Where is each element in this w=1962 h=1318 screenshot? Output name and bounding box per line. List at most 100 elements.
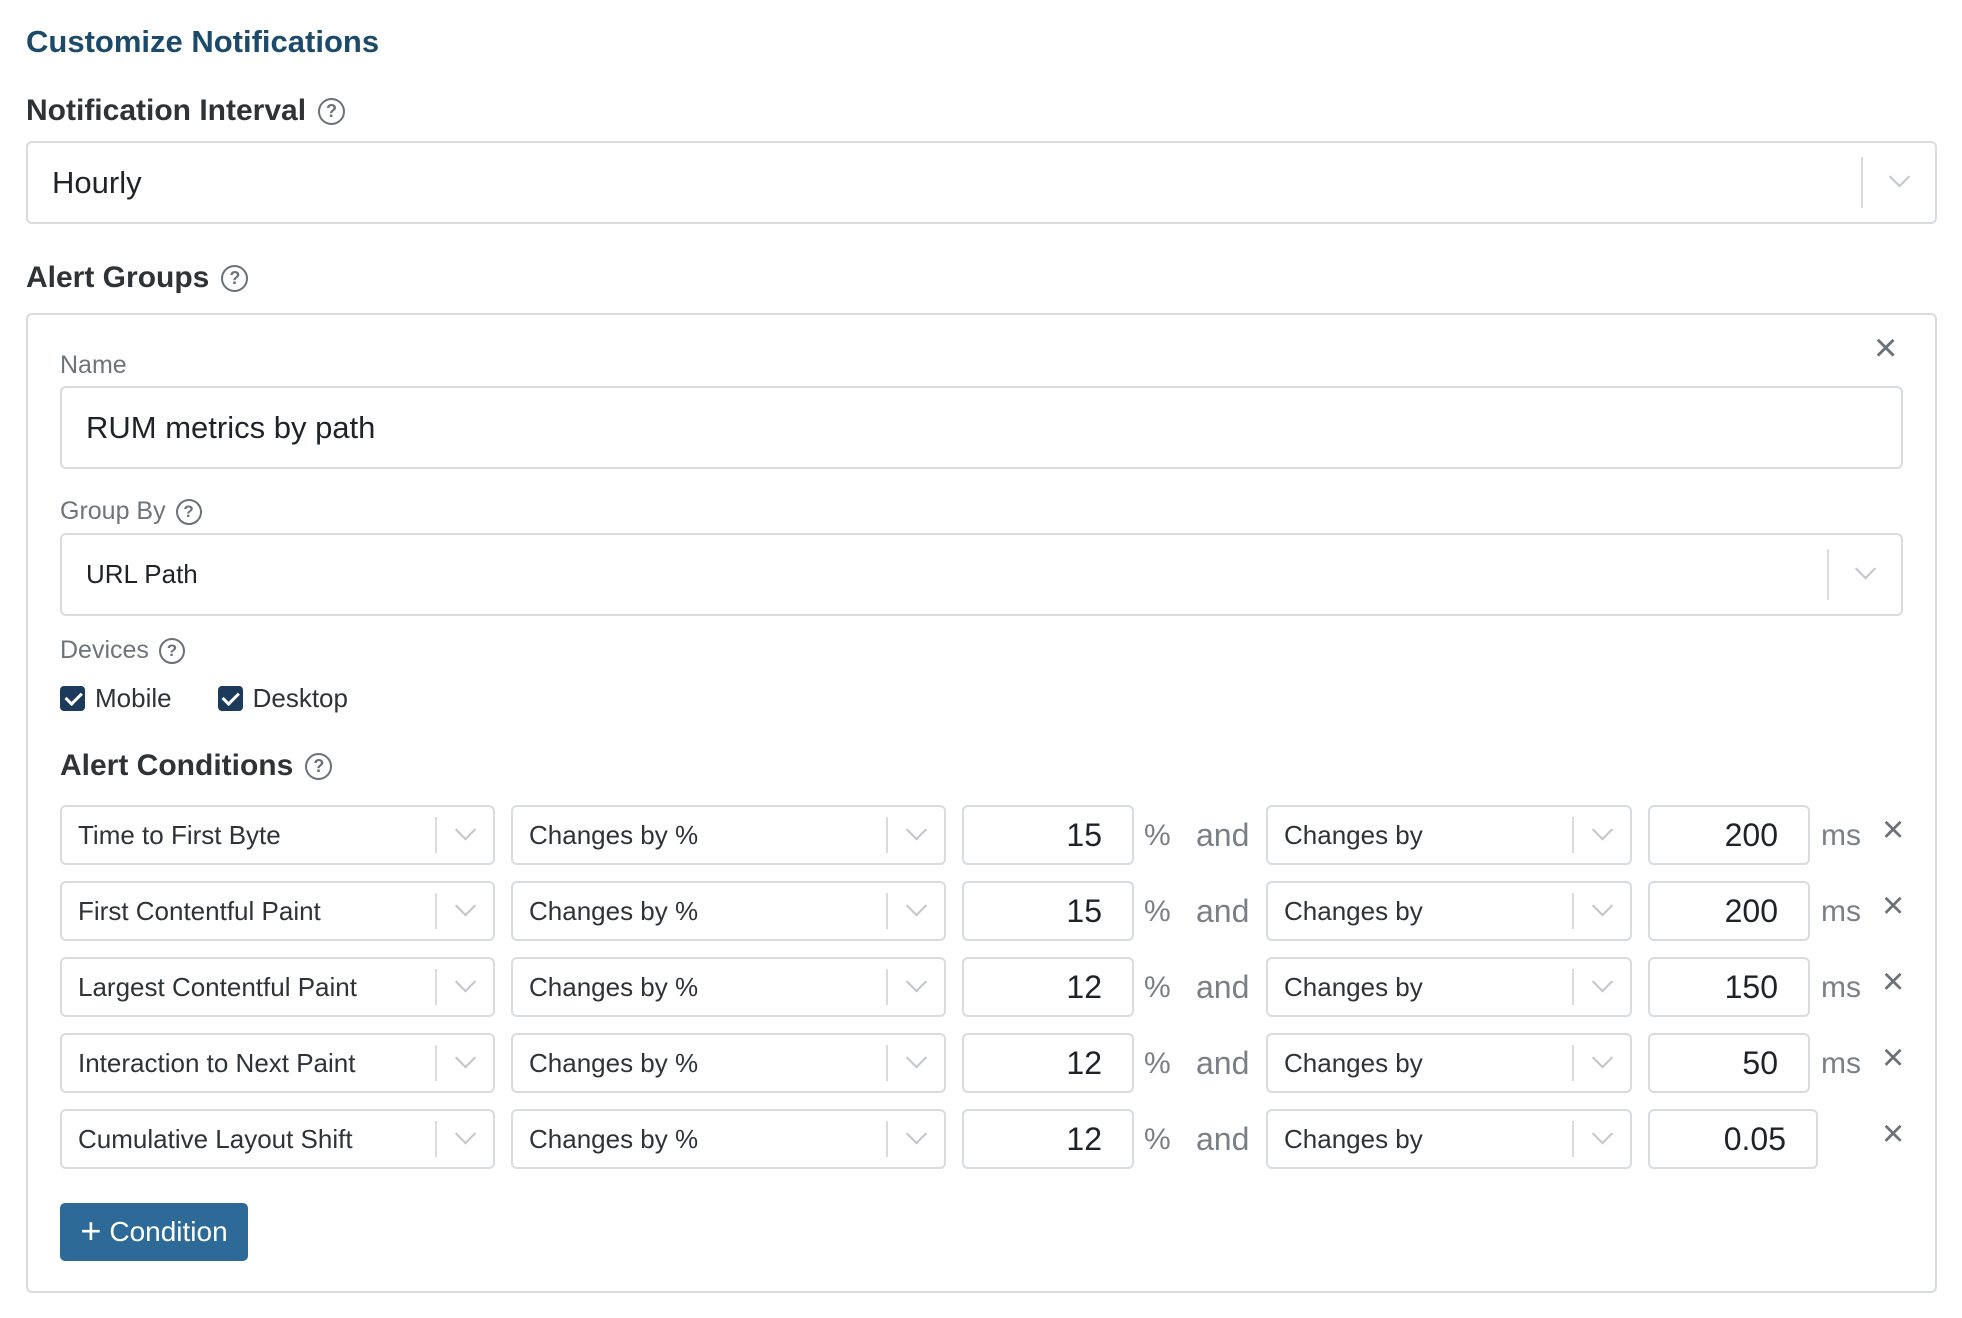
and-joiner: and <box>1196 969 1250 1005</box>
chevron-down-icon[interactable] <box>437 894 493 919</box>
absolute-operator-select[interactable]: Changes by <box>1266 805 1632 865</box>
percent-operator-select[interactable]: Changes by % <box>511 881 946 941</box>
percent-operator-select[interactable]: Changes by % <box>511 1033 946 1093</box>
alert-conditions-label: Alert Conditions ? <box>60 749 333 783</box>
absolute-operator-value: Changes by <box>1284 1047 1423 1078</box>
chevron-down-icon[interactable] <box>888 818 944 843</box>
percent-operator-value: Changes by % <box>529 1047 699 1078</box>
percent-operator-select[interactable]: Changes by % <box>511 805 946 865</box>
ms-unit: ms <box>1821 895 1861 928</box>
group-by-value: URL Path <box>86 559 198 589</box>
chevron-down-icon[interactable] <box>437 818 493 843</box>
absolute-threshold-input[interactable]: 0.05 <box>1648 1109 1818 1169</box>
chevron-down-icon[interactable] <box>888 1046 944 1071</box>
alert-groups-label-text: Alert Groups <box>26 261 210 294</box>
absolute-operator-select[interactable]: Changes by <box>1266 957 1632 1017</box>
percent-operator-select[interactable]: Changes by % <box>511 1109 946 1169</box>
metric-select[interactable]: First Contentful Paint <box>60 881 495 941</box>
page-title: Customize Notifications <box>26 24 380 59</box>
absolute-threshold-input[interactable]: 200 <box>1648 805 1810 865</box>
chevron-down-icon[interactable] <box>1574 894 1630 919</box>
percent-threshold-input[interactable]: 15 <box>962 881 1134 941</box>
percent-operator-value: Changes by % <box>529 1123 699 1154</box>
checkbox-checked-icon[interactable] <box>60 686 85 711</box>
close-icon[interactable]: × <box>1874 328 1897 368</box>
remove-condition-icon[interactable]: × <box>1882 963 1904 1001</box>
chevron-down-icon[interactable] <box>1829 558 1901 582</box>
checkbox-checked-icon[interactable] <box>217 686 243 711</box>
add-condition-label: Condition <box>109 1216 228 1247</box>
absolute-threshold-input[interactable]: 50 <box>1648 1033 1810 1093</box>
metric-select[interactable]: Largest Contentful Paint <box>60 957 495 1017</box>
device-label-mobile: Mobile <box>95 683 172 713</box>
customize-notifications-page: Customize Notifications Notification Int… <box>0 0 1962 1318</box>
metric-value: Largest Contentful Paint <box>78 971 357 1002</box>
ms-unit: ms <box>1821 971 1861 1004</box>
remove-condition-icon[interactable]: × <box>1882 887 1904 925</box>
and-joiner: and <box>1196 893 1250 929</box>
devices-label-text: Devices <box>60 636 149 664</box>
absolute-threshold-value: 0.05 <box>1723 1120 1786 1157</box>
metric-value: Time to First Byte <box>78 819 281 850</box>
remove-condition-icon[interactable]: × <box>1882 1115 1904 1153</box>
ms-unit: ms <box>1821 1047 1861 1080</box>
percent-threshold-value: 12 <box>1066 968 1102 1005</box>
percent-unit: % <box>1144 819 1171 852</box>
device-label-desktop: Desktop <box>252 683 348 713</box>
devices-label: Devices ? <box>60 636 185 665</box>
chevron-down-icon[interactable] <box>437 1046 493 1071</box>
condition-row: First Contentful Paint Changes by % 15% and… <box>60 881 1904 941</box>
group-by-select[interactable]: URL Path <box>60 533 1903 616</box>
absolute-operator-select[interactable]: Changes by <box>1266 1033 1632 1093</box>
chevron-down-icon[interactable] <box>437 970 493 995</box>
group-name-input[interactable]: RUM metrics by path <box>60 386 1903 469</box>
condition-row: Time to First Byte Changes by % 15% and Chan… <box>60 805 1904 865</box>
chevron-down-icon[interactable] <box>888 1122 944 1147</box>
percent-threshold-value: 15 <box>1066 892 1102 929</box>
notification-interval-value: Hourly <box>52 164 142 200</box>
absolute-operator-value: Changes by <box>1284 971 1423 1002</box>
absolute-operator-value: Changes by <box>1284 895 1423 926</box>
chevron-down-icon[interactable] <box>1863 166 1935 190</box>
remove-condition-icon[interactable]: × <box>1882 811 1904 849</box>
absolute-threshold-input[interactable]: 150 <box>1648 957 1810 1017</box>
device-checkbox-mobile[interactable]: Mobile <box>60 683 172 714</box>
help-icon[interactable]: ? <box>221 264 249 292</box>
help-icon[interactable]: ? <box>305 752 333 780</box>
absolute-operator-select[interactable]: Changes by <box>1266 881 1632 941</box>
absolute-threshold-value: 200 <box>1724 816 1778 853</box>
percent-threshold-input[interactable]: 15 <box>962 805 1134 865</box>
metric-select[interactable]: Cumulative Layout Shift <box>60 1109 495 1169</box>
chevron-down-icon[interactable] <box>1574 1046 1630 1071</box>
chevron-down-icon[interactable] <box>1574 818 1630 843</box>
percent-unit: % <box>1144 1047 1171 1080</box>
percent-threshold-input[interactable]: 12 <box>962 1033 1134 1093</box>
absolute-threshold-input[interactable]: 200 <box>1648 881 1810 941</box>
device-checkbox-desktop[interactable]: Desktop <box>217 683 348 714</box>
devices-checkboxes: Mobile Desktop <box>60 683 348 714</box>
and-joiner: and <box>1196 817 1250 853</box>
absolute-operator-select[interactable]: Changes by <box>1266 1109 1632 1169</box>
percent-threshold-input[interactable]: 12 <box>962 1109 1134 1169</box>
chevron-down-icon[interactable] <box>888 970 944 995</box>
percent-operator-select[interactable]: Changes by % <box>511 957 946 1017</box>
metric-select[interactable]: Time to First Byte <box>60 805 495 865</box>
add-condition-button[interactable]: + Condition <box>60 1203 248 1261</box>
percent-threshold-input[interactable]: 12 <box>962 957 1134 1017</box>
metric-select[interactable]: Interaction to Next Paint <box>60 1033 495 1093</box>
chevron-down-icon[interactable] <box>1574 1122 1630 1147</box>
percent-unit: % <box>1144 895 1171 928</box>
chevron-down-icon[interactable] <box>1574 970 1630 995</box>
chevron-down-icon[interactable] <box>437 1122 493 1147</box>
group-by-label-text: Group By <box>60 497 166 525</box>
help-icon[interactable]: ? <box>318 97 346 125</box>
notification-interval-select[interactable]: Hourly <box>26 141 1937 224</box>
absolute-threshold-value: 50 <box>1742 1044 1778 1081</box>
absolute-operator-value: Changes by <box>1284 1123 1423 1154</box>
chevron-down-icon[interactable] <box>888 894 944 919</box>
and-joiner: and <box>1196 1045 1250 1081</box>
help-icon[interactable]: ? <box>158 637 185 664</box>
remove-condition-icon[interactable]: × <box>1882 1039 1904 1077</box>
help-icon[interactable]: ? <box>175 498 202 525</box>
condition-row: Cumulative Layout Shift Changes by % 12% an… <box>60 1109 1904 1169</box>
